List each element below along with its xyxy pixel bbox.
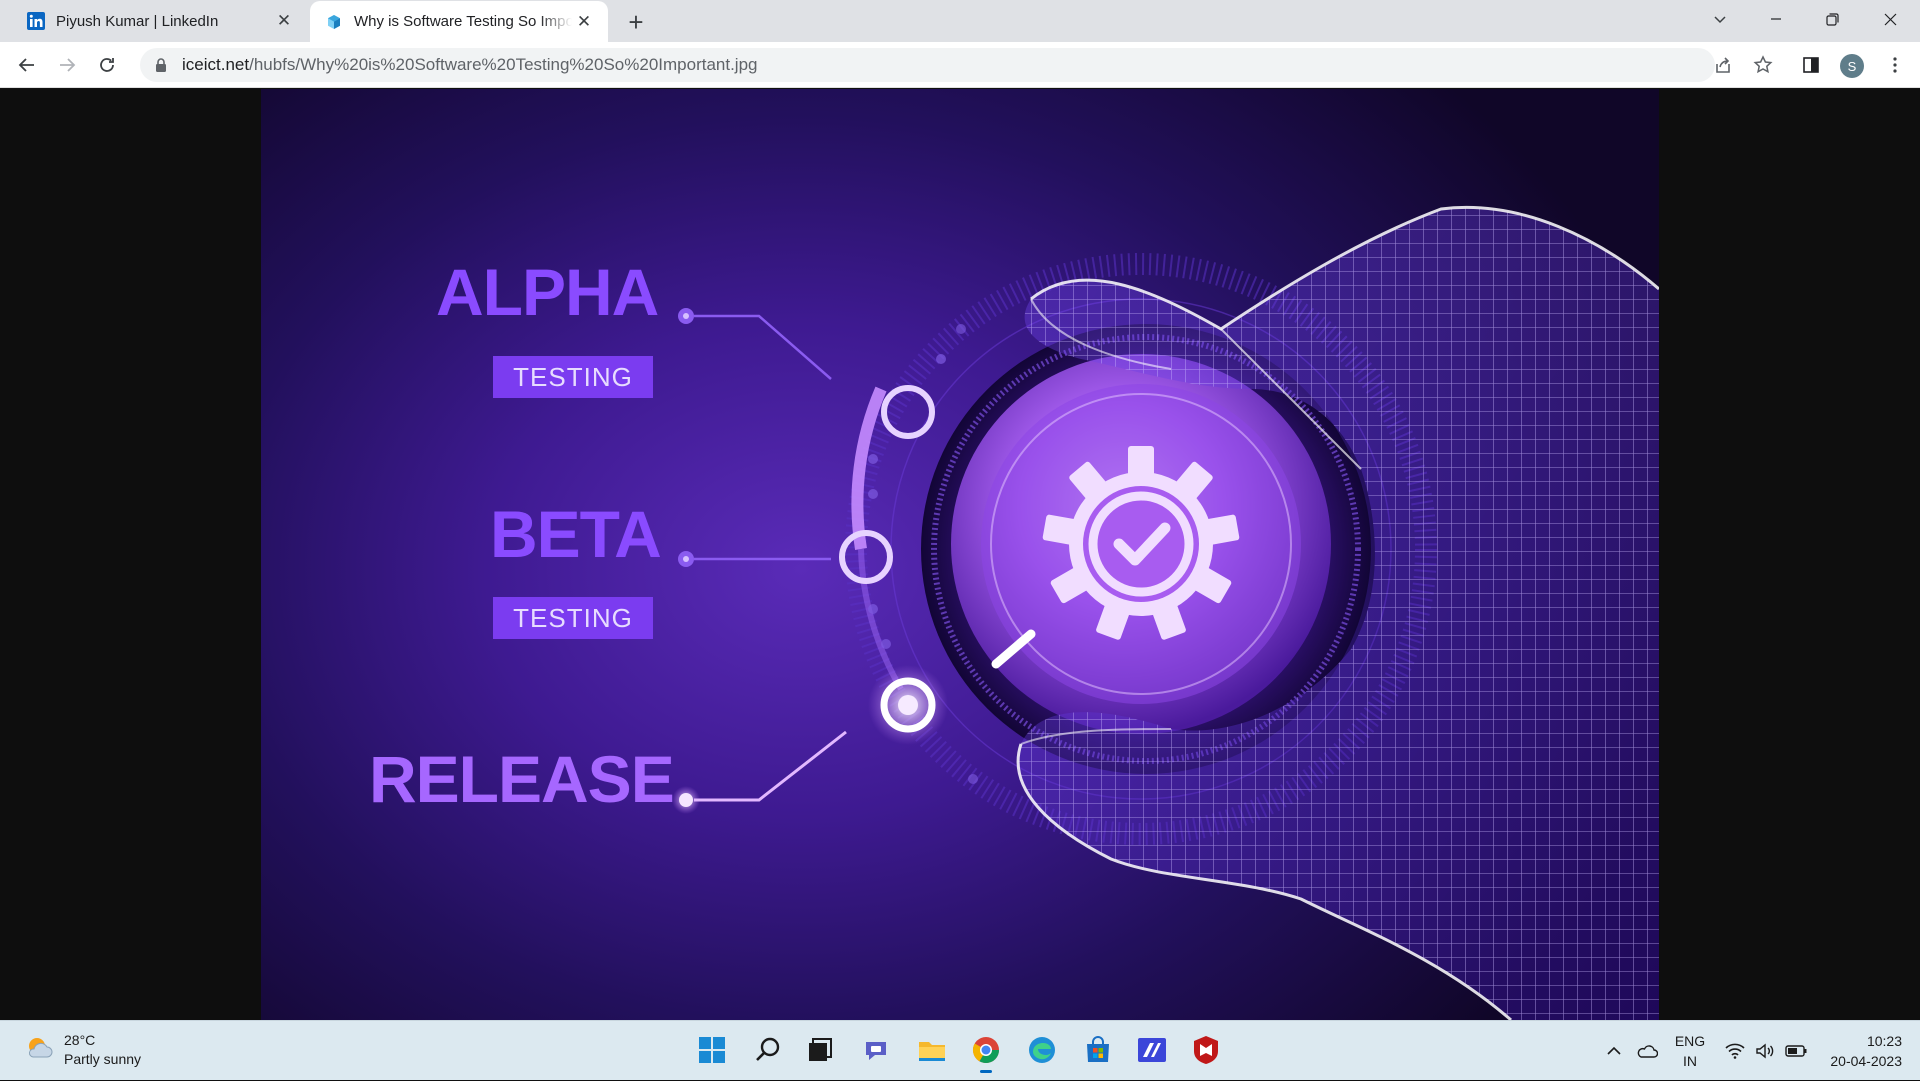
task-view-icon[interactable] — [800, 1030, 840, 1070]
tab-title: Why is Software Testing So Important — [354, 13, 572, 30]
alpha-testing-tag: TESTING — [493, 356, 653, 398]
teams-chat-icon[interactable] — [856, 1030, 896, 1070]
hubspot-cube-icon — [324, 12, 344, 32]
reload-button[interactable] — [92, 50, 122, 80]
vpn-app-icon[interactable] — [1132, 1030, 1172, 1070]
side-panel-icon[interactable] — [1796, 50, 1826, 80]
menu-kebab-icon[interactable] — [1880, 50, 1910, 80]
lang-code: ENG — [1674, 1033, 1706, 1049]
linkedin-icon — [26, 11, 46, 31]
microsoft-store-icon[interactable] — [1078, 1030, 1118, 1070]
back-button[interactable] — [12, 50, 42, 80]
close-tab-icon[interactable]: ✕ — [574, 12, 594, 32]
clock-date: 20-04-2023 — [1830, 1053, 1902, 1069]
tab-strip: Piyush Kumar | LinkedIn ✕ Why is Softwar… — [0, 0, 1920, 42]
tab-search-chevron-icon[interactable] — [1692, 0, 1748, 38]
battery-icon[interactable] — [1782, 1021, 1810, 1081]
tab-linkedin[interactable]: Piyush Kumar | LinkedIn ✕ — [0, 0, 308, 42]
volume-icon[interactable] — [1752, 1021, 1778, 1081]
hero-graphic — [672, 206, 1659, 1020]
windows-start-icon[interactable] — [692, 1030, 732, 1070]
forward-button[interactable] — [52, 50, 82, 80]
close-tab-icon[interactable]: ✕ — [274, 11, 294, 31]
alpha-label: ALPHA — [436, 255, 659, 329]
windows-taskbar: 28°C Partly sunny ENG IN 10:23 20-04-202… — [0, 1020, 1920, 1080]
show-hidden-icons-chevron-icon[interactable] — [1602, 1021, 1626, 1081]
file-explorer-icon[interactable] — [912, 1030, 952, 1070]
tab-title: Piyush Kumar | LinkedIn — [56, 12, 219, 30]
tab-software-testing[interactable]: Why is Software Testing So Important ✕ — [310, 1, 608, 42]
clock-time: 10:23 — [1866, 1033, 1902, 1049]
edge-icon[interactable] — [1022, 1030, 1062, 1070]
address-bar[interactable]: iceict.net/hubfs/Why%20is%20Software%20T… — [140, 48, 1715, 82]
mcafee-icon[interactable] — [1186, 1030, 1226, 1070]
new-tab-button[interactable]: + — [622, 7, 650, 37]
chrome-icon[interactable] — [966, 1030, 1006, 1073]
close-window-button[interactable] — [1862, 0, 1918, 38]
image-viewer: ALPHA TESTING BETA TESTING RELEASE — [0, 89, 1920, 1020]
search-icon[interactable] — [748, 1030, 788, 1070]
restore-button[interactable] — [1804, 0, 1860, 38]
onedrive-cloud-icon[interactable] — [1632, 1021, 1662, 1081]
browser-toolbar: iceict.net/hubfs/Why%20is%20Software%20T… — [0, 42, 1920, 88]
beta-testing-tag: TESTING — [493, 597, 653, 639]
weather-desc: Partly sunny — [64, 1051, 142, 1067]
weather-widget[interactable]: 28°C Partly sunny — [24, 1031, 141, 1069]
beta-label: BETA — [490, 497, 662, 571]
url-text[interactable]: iceict.net/hubfs/Why%20is%20Software%20T… — [182, 55, 758, 75]
share-icon[interactable] — [1708, 50, 1738, 80]
bookmark-star-icon[interactable] — [1748, 50, 1778, 80]
region-code: IN — [1683, 1053, 1697, 1069]
wifi-icon[interactable] — [1722, 1021, 1748, 1081]
weather-temp: 28°C — [64, 1032, 96, 1048]
release-label: RELEASE — [369, 742, 675, 816]
lock-icon[interactable] — [152, 56, 170, 74]
minimize-button[interactable] — [1748, 0, 1804, 38]
input-language-indicator[interactable]: ENG IN — [1672, 1031, 1708, 1071]
software-testing-image: ALPHA TESTING BETA TESTING RELEASE — [261, 89, 1659, 1020]
system-clock[interactable]: 10:23 20-04-2023 — [1830, 1031, 1902, 1071]
profile-avatar[interactable]: S — [1840, 54, 1864, 78]
partly-sunny-icon — [24, 1033, 54, 1068]
